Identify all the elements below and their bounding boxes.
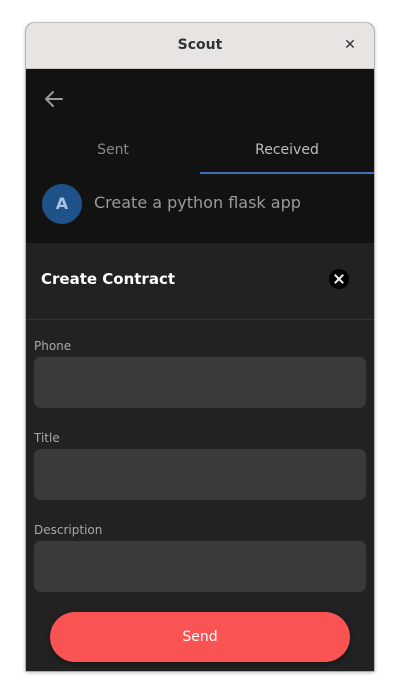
- create-contract-dialog: Create Contract Phone Title Description …: [26, 243, 374, 671]
- window-close-icon[interactable]: ✕: [342, 37, 358, 53]
- app-window: Scout ✕ Sent Received A Create a python …: [26, 23, 374, 671]
- phone-label: Phone: [34, 339, 72, 353]
- window-title: Scout: [177, 37, 223, 53]
- send-button[interactable]: Send: [50, 612, 350, 662]
- description-field[interactable]: [34, 541, 366, 592]
- app-content: Sent Received A Create a python flask ap…: [26, 69, 374, 671]
- window-titlebar[interactable]: Scout ✕: [26, 23, 374, 69]
- arrow-left-icon[interactable]: [42, 87, 66, 111]
- description-label: Description: [34, 523, 103, 537]
- title-label: Title: [34, 431, 60, 445]
- title-field[interactable]: [34, 449, 366, 500]
- dialog-header: Create Contract: [26, 243, 374, 320]
- tab-sent[interactable]: Sent: [26, 137, 200, 173]
- avatar: A: [42, 184, 82, 224]
- tab-bar: Sent Received: [26, 137, 374, 173]
- phone-field[interactable]: [34, 357, 366, 408]
- message-text: Create a python flask app: [94, 193, 301, 212]
- dialog-title: Create Contract: [41, 270, 176, 288]
- active-tab-indicator: [200, 172, 374, 174]
- close-circle-icon[interactable]: [329, 269, 349, 289]
- tab-received[interactable]: Received: [200, 137, 374, 173]
- message-list-item[interactable]: A Create a python flask app: [26, 175, 374, 243]
